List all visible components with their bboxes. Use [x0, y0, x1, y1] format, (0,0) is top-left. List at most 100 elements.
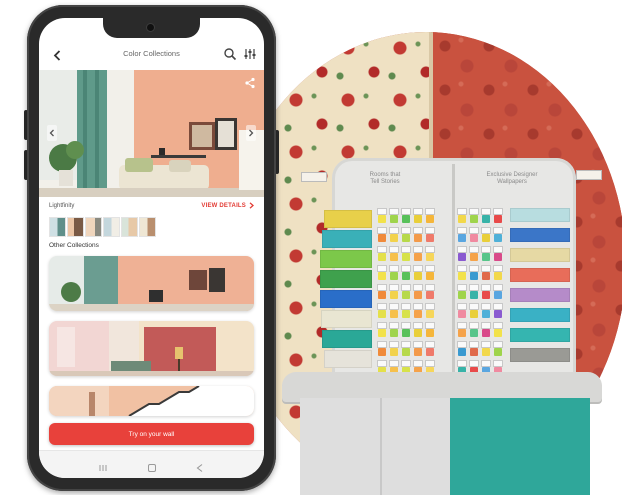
back-nav-icon — [196, 464, 203, 472]
colour-chip — [414, 272, 422, 280]
counter-base — [300, 398, 590, 495]
chip-label-tab — [481, 246, 491, 253]
colour-chip — [390, 215, 398, 223]
chip-label-tab — [481, 360, 491, 367]
chip-label-tab — [493, 322, 503, 329]
search-icon — [224, 48, 237, 61]
colour-chip — [458, 272, 466, 280]
chip-label-tab — [377, 227, 387, 234]
chip-label-tab — [457, 208, 467, 215]
chip-label-tab — [457, 227, 467, 234]
chip-label-tab — [481, 322, 491, 329]
thumbnail[interactable] — [85, 217, 102, 237]
chip-label-tab — [377, 303, 387, 310]
front-camera — [147, 24, 154, 31]
chip-label-tab — [389, 265, 399, 272]
chip-label-tab — [481, 284, 491, 291]
colour-chip — [414, 310, 422, 318]
chip-label-tab — [493, 265, 503, 272]
hero-room-image — [39, 70, 264, 197]
thumbnail[interactable] — [103, 217, 120, 237]
colour-chip — [378, 310, 386, 318]
chip-label-tab — [425, 341, 435, 348]
colour-chip — [378, 291, 386, 299]
colour-chip — [482, 272, 490, 280]
chip-label-tab — [425, 322, 435, 329]
chip-label-tab — [469, 341, 479, 348]
chip-label-tab — [401, 246, 411, 253]
colour-chip — [378, 329, 386, 337]
try-on-wall-button[interactable]: Try on your wall — [49, 423, 254, 445]
colour-chip — [414, 348, 422, 356]
colour-chip — [390, 272, 398, 280]
thumbnail[interactable] — [139, 217, 156, 237]
collection-card[interactable] — [49, 256, 254, 311]
view-details-link[interactable]: VIEW DETAILS — [201, 202, 254, 209]
colour-chip — [426, 253, 434, 261]
thumbnail[interactable] — [121, 217, 138, 237]
collection-card[interactable] — [49, 321, 254, 376]
chip-label-tab — [481, 265, 491, 272]
chip-label-tab — [413, 284, 423, 291]
chip-label-tab — [481, 227, 491, 234]
colour-chip — [414, 329, 422, 337]
chip-label-tab — [469, 303, 479, 310]
phone-screen: Color Collections Lightfinity VIEW DETAI… — [39, 18, 264, 478]
chevron-left-icon — [49, 129, 54, 137]
chip-label-tab — [493, 303, 503, 310]
colour-chip — [470, 272, 478, 280]
chip-label-tab — [401, 322, 411, 329]
colour-chip — [426, 272, 434, 280]
chip-label-tab — [469, 246, 479, 253]
colour-chip — [482, 234, 490, 242]
chip-label-tab — [493, 341, 503, 348]
chip-label-tab — [401, 208, 411, 215]
chevron-right-icon — [249, 202, 254, 209]
search-button[interactable] — [223, 47, 237, 61]
filter-sliders-icon — [244, 49, 256, 59]
wallpaper-sample — [510, 348, 570, 362]
wallpaper-sample — [510, 228, 570, 242]
colour-chip — [470, 253, 478, 261]
chip-label-tab — [457, 360, 467, 367]
chip-label-tab — [493, 208, 503, 215]
collection-header: Lightfinity VIEW DETAILS — [49, 201, 254, 213]
phone-notch — [103, 18, 200, 38]
chip-label-tab — [377, 360, 387, 367]
recent-apps-button[interactable] — [97, 460, 109, 471]
colour-chip — [390, 310, 398, 318]
colour-chip — [470, 215, 478, 223]
hero-prev-button[interactable] — [47, 125, 57, 141]
swatch-card — [324, 350, 372, 368]
swatch-card — [324, 210, 372, 228]
nav-back-button[interactable] — [194, 460, 206, 472]
chip-label-tab — [401, 360, 411, 367]
hero-next-button[interactable] — [246, 125, 256, 141]
chip-label-tab — [413, 360, 423, 367]
chip-label-tab — [425, 303, 435, 310]
thumbnail[interactable] — [49, 217, 66, 237]
room-illustration — [39, 70, 264, 197]
share-button[interactable] — [244, 76, 256, 89]
chip-label-tab — [389, 246, 399, 253]
colour-chip — [458, 329, 466, 337]
chip-label-tab — [413, 265, 423, 272]
chip-label-tab — [425, 284, 435, 291]
chip-label-tab — [457, 284, 467, 291]
chip-label-tab — [481, 303, 491, 310]
thumbnail[interactable] — [67, 217, 84, 237]
colour-chip — [482, 253, 490, 261]
colour-chip — [458, 348, 466, 356]
home-button[interactable] — [146, 460, 158, 472]
home-icon — [148, 464, 156, 472]
filter-button[interactable] — [243, 47, 257, 61]
swatch-card — [322, 330, 372, 348]
colour-chip — [402, 310, 410, 318]
chip-label-tab — [389, 208, 399, 215]
colour-chip — [458, 291, 466, 299]
wallpaper-sample — [510, 328, 570, 342]
teal-cabinet — [450, 398, 590, 495]
phone-frame: Color Collections Lightfinity VIEW DETAI… — [27, 5, 276, 491]
collection-card[interactable] — [49, 386, 254, 416]
collection-card-image — [49, 321, 254, 376]
